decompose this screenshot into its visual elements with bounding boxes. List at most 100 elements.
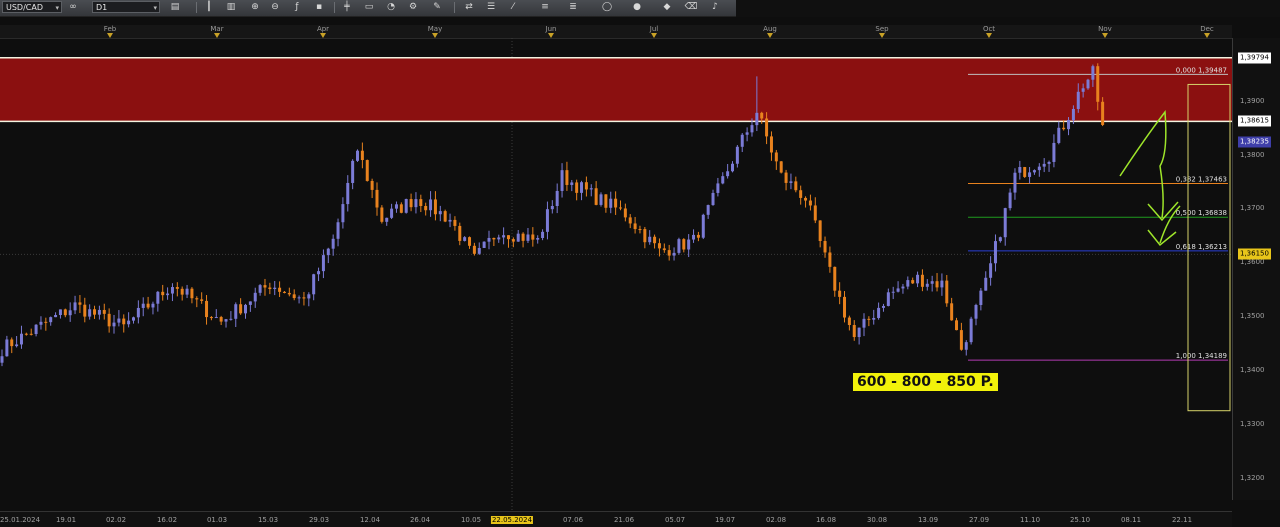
ellipse-icon[interactable]: ◯ bbox=[600, 1, 614, 14]
candle-body bbox=[1047, 161, 1051, 164]
candle-body bbox=[302, 297, 306, 299]
candle-body bbox=[24, 333, 28, 335]
template-icon[interactable]: ◔ bbox=[384, 1, 398, 14]
candle-body bbox=[1062, 127, 1066, 130]
candle-body bbox=[399, 204, 403, 213]
fib-icon[interactable]: ≣ bbox=[566, 1, 580, 14]
crosshair-icon[interactable]: ╪ bbox=[340, 1, 354, 14]
zoom-out-icon[interactable]: ⊖ bbox=[268, 1, 282, 14]
toolbar: USD/CAD ▾ ∞ D1 ▾ ▤ ┃ ▥ ⊕ ⊖ ƒ ▪ ╪ ▭ ◔ ⚙ ✎ ⇄… bbox=[0, 0, 736, 17]
candle-body bbox=[321, 255, 325, 272]
list-icon[interactable]: ☰ bbox=[484, 1, 498, 14]
candle-body bbox=[979, 290, 983, 305]
price-tick: 1,3900 bbox=[1240, 96, 1265, 105]
bar-chart-icon[interactable]: ┃ bbox=[202, 1, 216, 14]
channel-icon[interactable]: ≡ bbox=[538, 1, 552, 14]
candle-body bbox=[662, 248, 666, 251]
script-icon[interactable]: ⇄ bbox=[462, 1, 476, 14]
candle-body bbox=[1067, 120, 1071, 130]
price-tick: 1,3300 bbox=[1240, 420, 1265, 429]
candle-body bbox=[287, 292, 291, 295]
candle-body bbox=[1003, 208, 1007, 238]
candle-body bbox=[955, 320, 959, 331]
candle-body bbox=[239, 304, 243, 314]
date-tick: 27.09 bbox=[968, 516, 990, 524]
candle-body bbox=[989, 263, 993, 278]
note-icon[interactable]: ▭ bbox=[362, 1, 376, 14]
price-tick: 1,3500 bbox=[1240, 312, 1265, 321]
candle-body bbox=[492, 237, 496, 240]
toolbar-divider bbox=[454, 2, 455, 13]
price-chart[interactable]: 0,000 1,39487 0,382 1,37463 0,500 1,36838 0… bbox=[0, 38, 1232, 511]
candle-body bbox=[438, 211, 442, 215]
circle-icon[interactable]: ● bbox=[630, 1, 644, 14]
candle-body bbox=[1013, 172, 1017, 193]
candle-body bbox=[789, 181, 793, 183]
candle-body bbox=[1008, 192, 1012, 209]
candle-body bbox=[341, 204, 345, 223]
eraser-icon[interactable]: ⌫ bbox=[684, 1, 698, 14]
date-tick: 11.10 bbox=[1019, 516, 1041, 524]
trendline-icon[interactable]: ⁄ bbox=[506, 1, 520, 14]
candle-body bbox=[526, 234, 530, 241]
candle-body bbox=[1032, 170, 1036, 173]
candle-body bbox=[633, 223, 637, 230]
candle-body bbox=[68, 310, 72, 316]
candles-icon[interactable]: ▥ bbox=[224, 1, 238, 14]
candle-body bbox=[984, 277, 988, 291]
candle-body bbox=[799, 190, 803, 198]
candle-body bbox=[828, 252, 832, 267]
candle-body bbox=[614, 198, 618, 208]
candle-body bbox=[375, 189, 379, 208]
candle-body bbox=[877, 307, 881, 318]
candle-body bbox=[112, 322, 116, 327]
candle-body bbox=[570, 182, 574, 185]
candle-body bbox=[580, 182, 584, 193]
candle-body bbox=[258, 285, 262, 293]
candle-body bbox=[1023, 167, 1027, 177]
candle-body bbox=[560, 170, 564, 191]
candle-body bbox=[0, 356, 4, 363]
date-axis: 25.01.2024 19.01 02.02 16.02 01.03 15.03 29.03… bbox=[0, 511, 1232, 527]
candle-body bbox=[847, 317, 851, 326]
candle-body bbox=[935, 281, 939, 288]
gear-icon[interactable]: ⚙ bbox=[406, 1, 420, 14]
candle-body bbox=[195, 298, 199, 300]
candle-body bbox=[424, 206, 428, 211]
candle-body bbox=[244, 304, 247, 314]
candle-body bbox=[151, 303, 155, 308]
symbol-select[interactable]: USD/CAD ▾ bbox=[2, 1, 62, 13]
candle-body bbox=[1018, 167, 1022, 173]
indicator-icon[interactable]: ƒ bbox=[290, 1, 304, 14]
candle-body bbox=[735, 146, 739, 164]
bell-icon[interactable]: ♪ bbox=[708, 1, 722, 14]
candle-body bbox=[653, 236, 657, 244]
date-tick: 16.02 bbox=[156, 516, 178, 524]
zoom-in-icon[interactable]: ⊕ bbox=[248, 1, 262, 14]
timeframe-select[interactable]: D1 ▾ bbox=[92, 1, 160, 13]
pencil-icon[interactable]: ✎ bbox=[430, 1, 444, 14]
candle-body bbox=[34, 324, 38, 335]
chart-type-icon[interactable]: ▤ bbox=[168, 1, 182, 14]
candle-body bbox=[282, 291, 286, 293]
chain-icon[interactable]: ∞ bbox=[66, 1, 80, 14]
candle-body bbox=[107, 313, 111, 327]
candle-body bbox=[711, 192, 715, 206]
price-marker: 1,38615 bbox=[1238, 115, 1271, 127]
candle-body bbox=[657, 243, 661, 249]
candle-body bbox=[896, 288, 900, 292]
candle-body bbox=[458, 225, 462, 241]
tag-icon[interactable]: ◆ bbox=[660, 1, 674, 14]
candle-body bbox=[88, 309, 92, 317]
candle-body bbox=[346, 182, 350, 205]
candle-body bbox=[175, 287, 179, 289]
candle-body bbox=[170, 287, 174, 294]
candle-body bbox=[536, 238, 540, 240]
candle-body bbox=[273, 287, 277, 290]
candle-body bbox=[843, 296, 847, 318]
candle-body bbox=[44, 321, 48, 323]
month-label: May bbox=[427, 25, 443, 33]
candle-body bbox=[1057, 127, 1061, 143]
dropdown-icon[interactable]: ▪ bbox=[312, 1, 326, 14]
candle-body bbox=[141, 303, 145, 308]
